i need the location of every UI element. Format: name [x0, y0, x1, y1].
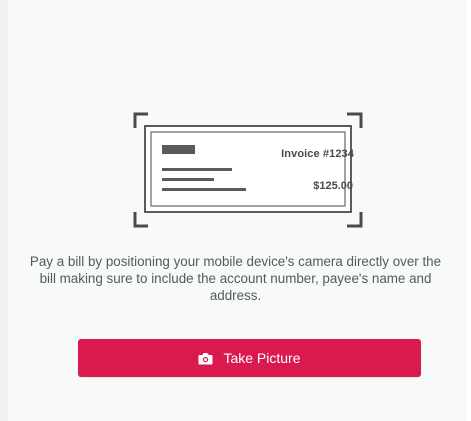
bill-text-line [162, 168, 232, 171]
capture-instructions: Pay a bill by positioning your mobile de… [29, 254, 442, 303]
viewfinder-corner-bottom-left [133, 212, 148, 228]
right-border-strip [467, 0, 471, 421]
bill-scan-graphic [133, 112, 363, 228]
take-picture-label: Take Picture [223, 350, 301, 366]
take-picture-button[interactable]: Take Picture [78, 339, 421, 377]
invoice-number-label: Invoice #1234 [281, 148, 354, 160]
camera-icon [198, 352, 213, 365]
bill-text-line [162, 178, 214, 181]
viewfinder-corner-bottom-right [347, 212, 363, 228]
left-border-strip [0, 0, 8, 421]
bill-capture-screen: Invoice #1234 $125.00 Pay a bill by posi… [0, 0, 471, 421]
bill-logo-block [162, 145, 195, 154]
invoice-amount: $125.00 [313, 180, 353, 192]
bill-text-line [162, 188, 246, 191]
bill-scan-illustration [128, 111, 368, 229]
